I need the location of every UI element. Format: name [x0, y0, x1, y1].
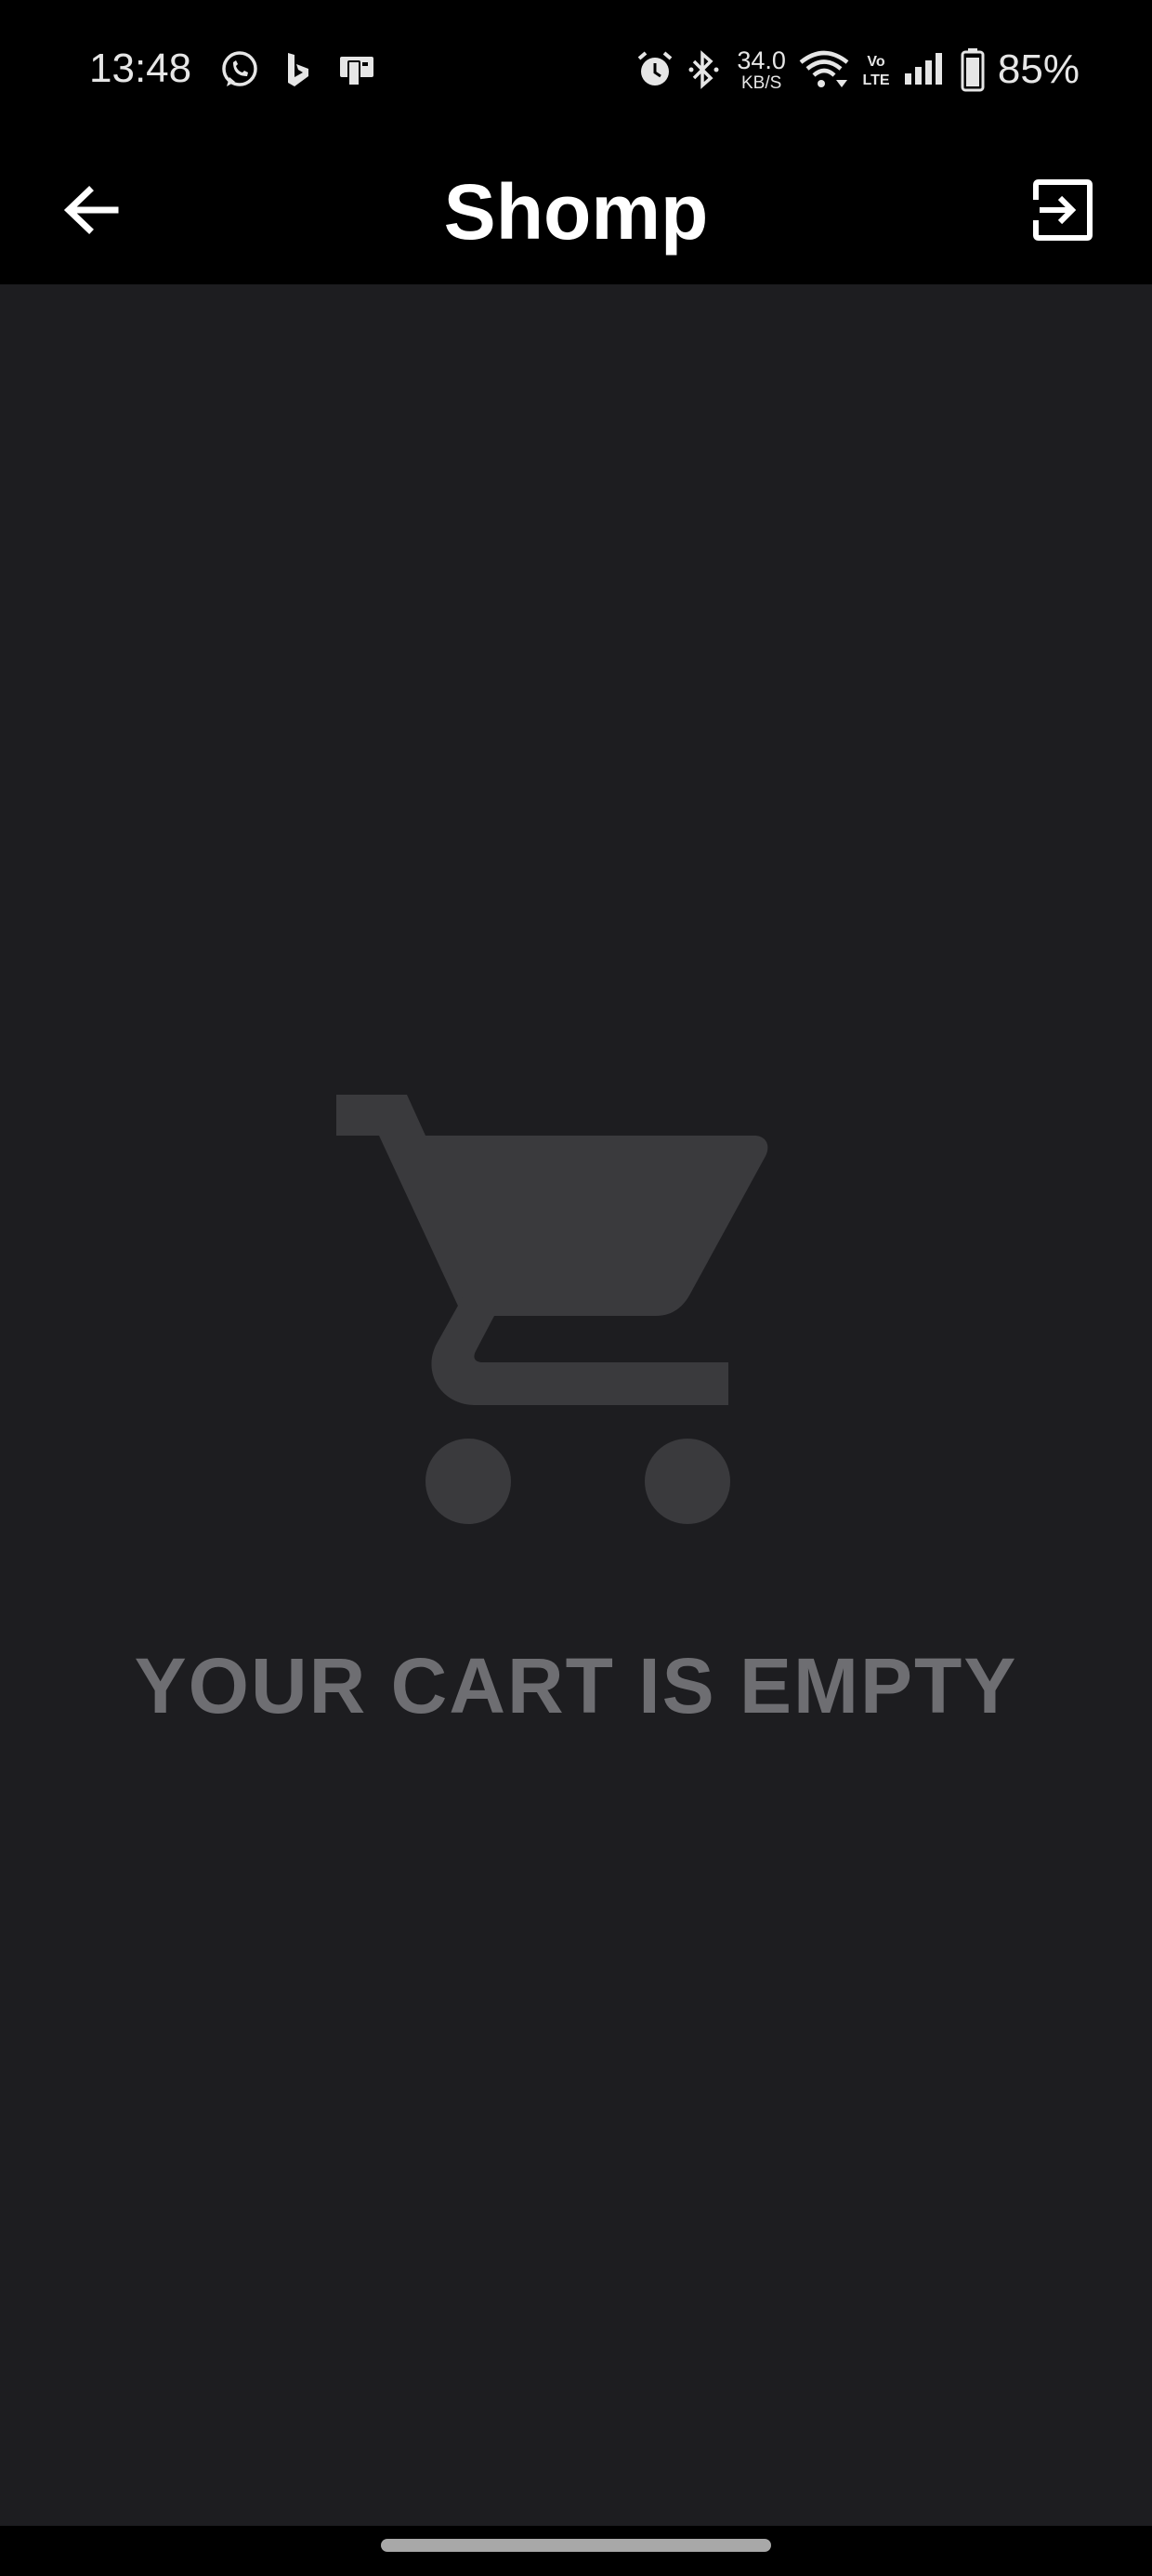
- battery-icon: [961, 47, 985, 92]
- svg-text:LTE: LTE: [862, 72, 889, 88]
- wifi-icon: [799, 49, 849, 90]
- cart-screen: 13:48 34.0 KB/S Vo LTE 85% Shomp YOUR CA…: [0, 0, 1152, 2576]
- arrow-left-icon: [61, 180, 121, 244]
- network-speed-value: 34.0: [737, 46, 786, 74]
- shopping-cart-icon: [325, 1093, 790, 1557]
- cart-content: YOUR CART IS EMPTY: [0, 284, 1152, 2526]
- whatsapp-icon: [219, 49, 260, 90]
- back-button[interactable]: [56, 177, 126, 247]
- notification-icons: [219, 46, 377, 93]
- bluetooth-icon: [687, 49, 724, 90]
- bing-icon: [284, 49, 312, 90]
- svg-text:Vo: Vo: [867, 54, 884, 70]
- status-time: 13:48: [89, 46, 192, 91]
- home-indicator[interactable]: [381, 2539, 771, 2552]
- page-title: Shomp: [443, 168, 709, 256]
- network-speed: 34.0 KB/S: [737, 46, 786, 93]
- empty-cart-message: YOUR CART IS EMPTY: [134, 1642, 1018, 1729]
- logout-button[interactable]: [1022, 171, 1104, 253]
- network-speed-unit: KB/S: [740, 72, 782, 93]
- battery-percentage: 85%: [997, 46, 1080, 92]
- sim-toolkit-icon: [336, 49, 377, 90]
- alarm-icon: [636, 49, 674, 90]
- system-status-icons: 34.0 KB/S Vo LTE 85%: [636, 39, 1080, 100]
- exit-to-app-icon: [1030, 177, 1095, 247]
- volte-icon: Vo LTE: [862, 49, 890, 90]
- app-bar: Shomp: [0, 139, 1152, 284]
- gesture-navigation-bar: [0, 2526, 1152, 2576]
- signal-icon: [903, 49, 948, 90]
- status-bar: 13:48 34.0 KB/S Vo LTE 85%: [0, 0, 1152, 139]
